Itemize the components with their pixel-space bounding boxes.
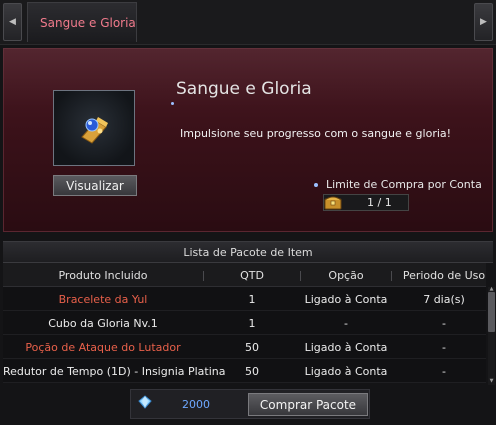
next-tab-button[interactable]: ▶ (474, 3, 493, 41)
product-period: - (442, 341, 446, 354)
prev-tab-button[interactable]: ◀ (3, 3, 22, 41)
column-period: Periodo de Uso (402, 269, 486, 282)
tab-sangue-e-gloria[interactable]: Sangue e Gloria (27, 2, 137, 42)
product-option: - (344, 317, 348, 330)
chevron-right-icon: ▶ (480, 17, 487, 27)
product-qty: 50 (245, 341, 259, 354)
preview-button[interactable]: Visualizar (53, 175, 137, 196)
purchase-limit-value: 1 / 1 (367, 196, 392, 209)
package-title: Sangue e Gloria (176, 79, 312, 99)
package-description: Impulsione seu progresso com o sangue e … (180, 127, 452, 140)
limit-bullet (314, 183, 318, 187)
item-preview-frame (53, 90, 135, 166)
package-price: 2000 (182, 398, 210, 411)
product-name: Poção de Ataque do Lutador (25, 341, 181, 354)
product-qty: 50 (245, 365, 259, 378)
column-product: Produto Incluido (58, 269, 148, 282)
product-name: Bracelete da Yul (58, 293, 148, 306)
diamond-icon (138, 395, 152, 409)
treasure-chest-icon (324, 196, 342, 210)
product-period: - (442, 317, 446, 330)
product-qty: 1 (248, 317, 256, 330)
purchase-limit-label: Limite de Compra por Conta (326, 178, 482, 191)
product-option: Ligado à Conta (304, 365, 388, 378)
product-option: Ligado à Conta (304, 341, 388, 354)
scrollbar-thumb[interactable] (488, 292, 495, 332)
title-bullet (171, 102, 174, 105)
chevron-left-icon: ◀ (9, 17, 16, 27)
column-qty: QTD (240, 269, 264, 282)
product-name: Cubo da Gloria Nv.1 (48, 317, 158, 330)
golden-cube-icon (81, 117, 108, 144)
buy-package-button[interactable]: Comprar Pacote (248, 393, 368, 416)
product-option: Ligado à Conta (304, 293, 388, 306)
scroll-down-icon[interactable]: ▼ (488, 379, 495, 384)
product-period: - (442, 365, 446, 378)
product-qty: 1 (248, 293, 256, 306)
product-name: Redutor de Tempo (1D) - Insignia Platina (3, 365, 226, 378)
tab-label: Sangue e Gloria (40, 16, 136, 30)
package-list-header: Lista de Pacote de Item (3, 241, 493, 263)
package-list-title: Lista de Pacote de Item (183, 246, 313, 259)
column-option: Opção (328, 269, 364, 282)
product-period: 7 dia(s) (423, 293, 465, 306)
